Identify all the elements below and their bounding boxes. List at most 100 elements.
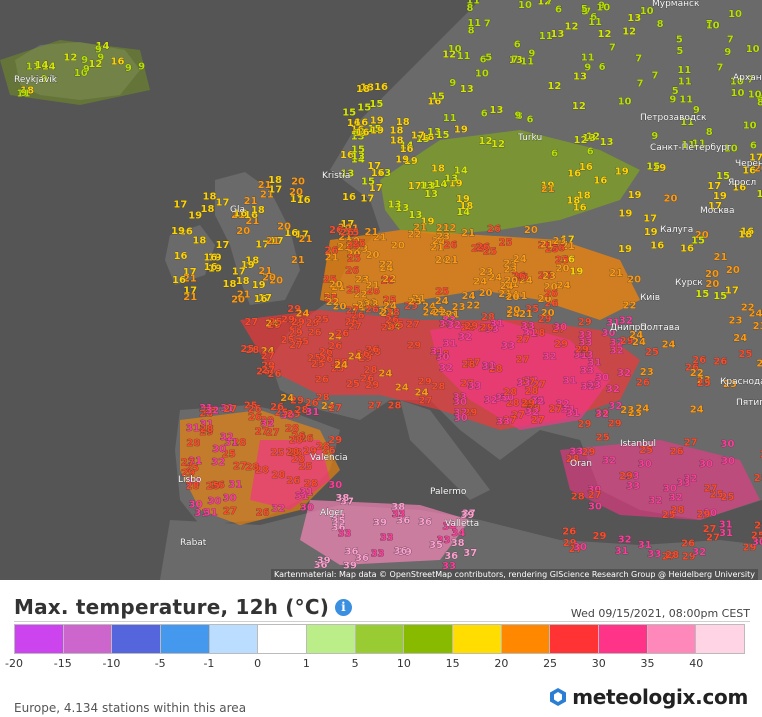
temperature-reading[interactable]: 20 bbox=[663, 193, 678, 205]
temperature-reading[interactable]: 32 bbox=[542, 351, 557, 363]
temperature-reading[interactable]: 24 bbox=[661, 339, 676, 351]
temperature-reading[interactable]: 13 bbox=[489, 105, 504, 117]
temperature-reading[interactable]: 12 bbox=[573, 135, 588, 147]
temperature-reading[interactable]: 18 bbox=[395, 117, 410, 129]
temperature-reading[interactable]: 36 bbox=[344, 546, 359, 558]
temperature-reading[interactable]: 36 bbox=[444, 550, 459, 562]
temperature-reading[interactable]: 23 bbox=[542, 271, 557, 283]
temperature-reading[interactable]: 29 bbox=[328, 435, 343, 447]
temperature-reading[interactable]: 12 bbox=[622, 26, 637, 38]
temperature-reading[interactable]: 12 bbox=[491, 139, 506, 151]
temperature-reading[interactable]: 25 bbox=[206, 481, 221, 493]
temperature-reading[interactable]: 11 bbox=[677, 76, 692, 88]
temperature-reading[interactable]: 38 bbox=[335, 493, 350, 505]
temperature-reading[interactable]: 18 bbox=[202, 191, 217, 203]
temperature-reading[interactable]: 31 bbox=[563, 375, 578, 387]
temperature-reading[interactable]: 27 bbox=[233, 460, 248, 472]
temperature-reading[interactable]: 17 bbox=[643, 213, 658, 225]
temperature-reading[interactable]: 29 bbox=[417, 376, 432, 388]
temperature-reading[interactable]: 27 bbox=[587, 490, 602, 502]
temperature-reading[interactable]: 9 bbox=[514, 110, 522, 122]
temperature-reading[interactable]: 19 bbox=[171, 226, 186, 238]
temperature-reading[interactable]: 13 bbox=[351, 151, 366, 163]
temperature-reading[interactable]: 39 bbox=[373, 517, 388, 529]
temperature-reading[interactable]: 28 bbox=[665, 550, 680, 562]
temperature-reading[interactable]: 31 bbox=[614, 546, 629, 558]
temperature-reading[interactable]: 28 bbox=[186, 437, 201, 449]
temperature-reading[interactable]: 11 bbox=[442, 113, 457, 125]
temperature-reading[interactable]: 28 bbox=[461, 359, 476, 371]
temperature-reading[interactable]: 18 bbox=[200, 204, 215, 216]
temperature-reading[interactable]: 18 bbox=[235, 275, 250, 287]
temperature-reading[interactable]: 32 bbox=[580, 381, 595, 393]
temperature-reading[interactable]: 13 bbox=[420, 180, 435, 192]
temperature-reading[interactable]: 8 bbox=[705, 127, 713, 139]
temperature-reading[interactable]: 31 bbox=[490, 318, 505, 330]
temperature-reading[interactable]: 21 bbox=[258, 266, 273, 278]
temperature-reading[interactable]: 29 bbox=[464, 321, 479, 333]
temperature-reading[interactable]: 17 bbox=[232, 266, 247, 278]
temperature-reading[interactable]: 16 bbox=[253, 294, 268, 306]
temperature-reading[interactable]: 26 bbox=[328, 340, 343, 352]
temperature-reading[interactable]: 6 bbox=[480, 108, 488, 120]
temperature-reading[interactable]: 17 bbox=[367, 161, 382, 173]
temperature-reading[interactable]: 31 bbox=[481, 361, 496, 373]
temperature-reading[interactable]: 32 bbox=[205, 405, 220, 417]
temperature-reading[interactable]: 7 bbox=[609, 42, 617, 54]
temperature-reading[interactable]: 28 bbox=[753, 473, 762, 485]
temperature-reading[interactable]: 33 bbox=[626, 481, 641, 493]
temperature-reading[interactable]: 11 bbox=[456, 51, 471, 63]
temperature-reading[interactable]: 13 bbox=[459, 84, 474, 96]
temperature-reading[interactable]: 23 bbox=[552, 236, 567, 248]
temperature-reading[interactable]: 15 bbox=[431, 91, 446, 103]
temperature-reading[interactable]: 8 bbox=[466, 3, 474, 15]
temperature-reading[interactable]: 33 bbox=[516, 378, 531, 390]
temperature-reading[interactable]: 12 bbox=[564, 21, 579, 33]
temperature-reading[interactable]: 13 bbox=[444, 173, 459, 185]
temperature-reading[interactable]: 26 bbox=[365, 304, 380, 316]
temperature-reading[interactable]: 20 bbox=[391, 240, 406, 252]
temperature-reading[interactable]: 16 bbox=[593, 175, 608, 187]
temperature-reading[interactable]: 27 bbox=[289, 339, 304, 351]
temperature-reading[interactable]: 25 bbox=[351, 238, 366, 250]
temperature-reading[interactable]: 7 bbox=[726, 34, 734, 46]
temperature-reading[interactable]: 27 bbox=[180, 457, 195, 469]
temperature-reading[interactable]: 23 bbox=[728, 315, 743, 327]
temperature-reading[interactable]: 25 bbox=[696, 378, 711, 390]
temperature-reading[interactable]: 28 bbox=[316, 441, 331, 453]
temperature-reading[interactable]: 28 bbox=[503, 387, 518, 399]
temperature-reading[interactable]: 32 bbox=[439, 362, 454, 374]
temperature-reading[interactable]: 33 bbox=[676, 477, 691, 489]
temperature-reading[interactable]: 10 bbox=[705, 20, 720, 32]
temperature-reading[interactable]: 9 bbox=[81, 55, 89, 67]
temperature-reading[interactable]: 33 bbox=[496, 416, 511, 428]
temperature-reading[interactable]: 21 bbox=[461, 228, 476, 240]
temperature-reading[interactable]: 30 bbox=[553, 322, 568, 334]
temperature-reading[interactable]: 10 bbox=[728, 8, 743, 20]
temperature-reading[interactable]: 9 bbox=[651, 131, 659, 143]
temperature-reading[interactable]: 26 bbox=[487, 224, 502, 236]
temperature-reading[interactable]: 27 bbox=[703, 483, 718, 495]
temperature-reading[interactable]: 21 bbox=[519, 309, 534, 321]
temperature-reading[interactable]: 30 bbox=[453, 412, 468, 424]
temperature-reading[interactable]: 7 bbox=[483, 18, 491, 30]
temperature-reading[interactable]: 17 bbox=[410, 130, 425, 142]
temperature-reading[interactable]: 24 bbox=[512, 253, 527, 265]
temperature-reading[interactable]: 12 bbox=[597, 28, 612, 40]
temperature-reading[interactable]: 30 bbox=[699, 458, 714, 470]
temperature-reading[interactable]: 29 bbox=[537, 314, 552, 326]
temperature-reading[interactable]: 18 bbox=[192, 235, 207, 247]
temperature-reading[interactable]: 21 bbox=[291, 254, 306, 266]
temperature-reading[interactable]: 16 bbox=[203, 261, 218, 273]
temperature-reading[interactable]: 20 bbox=[524, 225, 539, 237]
temperature-reading[interactable]: 19 bbox=[370, 125, 385, 137]
temperature-reading[interactable]: 29 bbox=[696, 509, 711, 521]
temperature-reading[interactable]: 34 bbox=[451, 528, 466, 540]
temperature-reading[interactable]: 21 bbox=[324, 252, 339, 264]
temperature-reading[interactable]: 24 bbox=[347, 351, 362, 363]
temperature-reading[interactable]: 6 bbox=[526, 114, 534, 126]
temperature-reading[interactable]: 5 bbox=[676, 46, 684, 58]
temperature-reading[interactable]: 9 bbox=[449, 78, 457, 90]
temperature-reading[interactable]: 15 bbox=[435, 130, 450, 142]
temperature-reading[interactable]: 23 bbox=[620, 405, 635, 417]
